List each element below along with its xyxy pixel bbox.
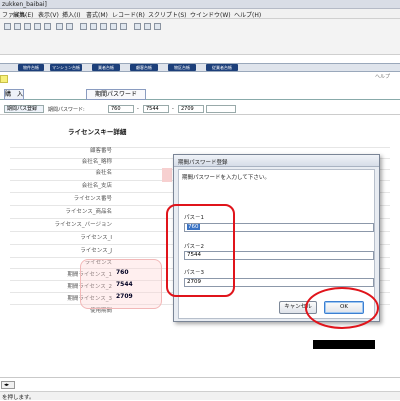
label-license-product: ライセンス_商品名 xyxy=(65,209,112,215)
nav-tab-district[interactable]: 物区台帳 xyxy=(168,64,196,71)
label-customer-number: 顧客番号 xyxy=(89,148,112,154)
period-license-2-value: 7544 xyxy=(116,281,133,288)
menu-help[interactable]: ヘルプ(H) xyxy=(234,10,261,19)
menu-script[interactable]: スクリプト(S) xyxy=(148,10,187,19)
cut-icon[interactable] xyxy=(24,23,31,30)
sort-icon[interactable] xyxy=(80,23,87,30)
find-icon[interactable] xyxy=(90,23,97,30)
period-password-1[interactable]: 760 xyxy=(108,105,134,113)
separator-2: - xyxy=(172,106,174,112)
nav-tab-dealer[interactable]: 業者台帳 xyxy=(92,64,120,71)
menu-view[interactable]: 表示(V) xyxy=(38,10,59,19)
tab-period-password[interactable]: 期間パスワード xyxy=(86,89,146,100)
undo-icon[interactable] xyxy=(56,23,63,30)
label-company-short: 会社名_略称 xyxy=(81,159,112,165)
tab-purchase[interactable]: 購 入 xyxy=(4,89,24,100)
menu-record[interactable]: レコード(R) xyxy=(112,10,145,19)
period-password-3[interactable]: 2709 xyxy=(178,105,204,113)
help-label[interactable]: ヘルプ xyxy=(375,73,390,80)
chart-icon[interactable] xyxy=(120,23,127,30)
redacted-bar xyxy=(313,340,375,349)
highlight-strip xyxy=(162,168,172,182)
delete-record-icon[interactable] xyxy=(14,23,21,30)
annotation-fields-outline xyxy=(166,204,235,297)
redo-icon[interactable] xyxy=(66,23,73,30)
window-titlebar: zukken_baibai] xyxy=(0,0,400,9)
menu-bar: ファイル 編集(E) 表示(V) 挿入(I) 書式(M) レコード(R) スクリ… xyxy=(0,9,400,19)
label-license-version: ライセンス_バージョン xyxy=(54,222,112,228)
dialog-titlebar: 期間パスワード登録 xyxy=(174,155,379,167)
window-title: zukken_baibai] xyxy=(2,1,47,8)
nav-tab-property[interactable]: 物件台帳 xyxy=(18,64,44,71)
tab-row xyxy=(0,89,400,100)
blank-field[interactable] xyxy=(206,105,236,113)
nav-tab-customer[interactable]: 顧客台帳 xyxy=(130,64,158,71)
menu-format[interactable]: 書式(M) xyxy=(86,10,108,19)
nav-tab-employee[interactable]: 従業者台帳 xyxy=(206,64,238,71)
status-indicator xyxy=(0,75,8,83)
print-icon[interactable] xyxy=(100,23,107,30)
dialog-title: 期間パスワード登録 xyxy=(178,160,228,166)
status-bar: を押します。 xyxy=(0,391,400,401)
preview-icon[interactable] xyxy=(110,23,117,30)
menu-insert[interactable]: 挿入(I) xyxy=(62,10,80,19)
label-license-number: ライセンス番号 xyxy=(73,196,112,202)
dialog-message: 期間パスワードを入力して下さい。 xyxy=(182,175,270,181)
label-license-j: ライセンス_J xyxy=(80,248,112,254)
menu-window[interactable]: ウインドウ(W) xyxy=(190,10,231,19)
period-password-2[interactable]: 7544 xyxy=(143,105,169,113)
label-license-i: ライセンス_I xyxy=(80,235,112,241)
bottom-divider xyxy=(0,377,400,378)
layout-icon[interactable] xyxy=(134,23,141,30)
label-company-name: 会社名 xyxy=(95,170,112,176)
period-license-1-value: 760 xyxy=(116,269,129,276)
nav-tab-mansion[interactable]: マンション台帳 xyxy=(50,64,82,71)
zoom-control[interactable]: ◂▸ xyxy=(1,381,15,389)
period-password-label: 期間パスワード: xyxy=(48,107,85,113)
separator-1: - xyxy=(137,106,139,112)
menu-edit[interactable]: 編集(E) xyxy=(13,10,33,19)
list-icon[interactable] xyxy=(154,23,161,30)
copy-icon[interactable] xyxy=(34,23,41,30)
detail-title: ライセンスキー詳細 xyxy=(68,128,127,136)
annotation-ok-outline xyxy=(305,287,379,329)
period-pass-register-button[interactable]: 期間パス登録 xyxy=(4,105,44,113)
label-company-branch: 会社名_支店 xyxy=(81,183,112,189)
table-icon[interactable] xyxy=(144,23,151,30)
new-record-icon[interactable] xyxy=(4,23,11,30)
paste-icon[interactable] xyxy=(44,23,51,30)
period-license-3-value: 2709 xyxy=(116,293,133,300)
